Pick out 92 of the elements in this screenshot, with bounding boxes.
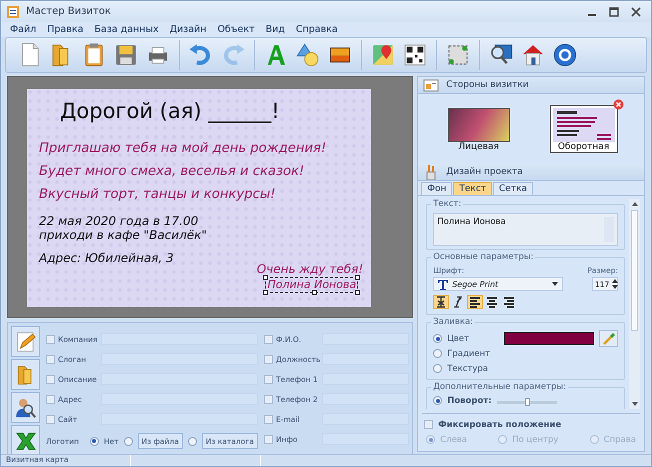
menu-item[interactable]: База данных [94,24,159,35]
menu-item[interactable]: Объект [217,24,255,35]
radio-button[interactable] [433,334,442,343]
checkbox[interactable] [46,354,55,364]
checkbox[interactable] [264,374,273,384]
window-title: Мастер Визиток [26,6,112,17]
align-center-icon [485,295,500,309]
radio-label[interactable]: Градиент [447,348,490,358]
eyedropper-icon [602,332,616,346]
format-button[interactable] [467,295,484,309]
panel-title: Дизайн проекта [446,167,523,177]
font-name: Segoe Print [452,280,500,288]
align-right-icon [502,295,516,309]
app-icon [6,4,20,18]
card-side-thumbnail[interactable]: Оборотная [550,105,618,153]
font-icon [437,278,450,290]
panel-title: Стороны визитки [446,80,529,90]
selection-handle[interactable] [263,274,268,280]
delete-icon[interactable] [612,99,624,110]
thumbnail-label: Лицевая [458,142,499,152]
tool-button[interactable] [11,392,40,423]
selection-handle[interactable] [312,290,317,295]
selection-handle[interactable] [263,290,268,295]
color-picker-button[interactable] [599,330,618,347]
text-area[interactable]: Полина Ионова [433,213,618,246]
card-stack-icon [423,77,440,93]
menu-item[interactable]: Файл [10,24,36,35]
checkbox[interactable] [264,334,273,344]
scroll-up-icon [630,201,638,207]
radio-button[interactable] [433,396,442,405]
selection-handle[interactable] [355,290,360,295]
group-legend: Основные параметры: [431,252,536,262]
scroll-down-icon [630,401,638,407]
card-text[interactable]: Приглашаю тебя на мой день рождения! [39,137,362,160]
card-text[interactable]: приходи в кафе "Василёк" [39,228,362,244]
card-text[interactable]: Вкусный торт, танцы и конкурсы! [39,183,362,206]
checkbox[interactable] [424,420,434,429]
maximize-icon[interactable] [609,6,619,16]
card-text[interactable]: Очень жду тебя! [256,262,364,278]
radio-label[interactable]: Цвет [447,334,469,344]
card-text[interactable]: Полина Ионова [266,278,358,292]
tool-button[interactable] [11,425,40,456]
radio-button[interactable] [90,436,99,446]
card-text[interactable]: 22 мая 2020 года в 17.00 [39,214,362,230]
group-legend: Дополнительные параметры: [431,382,568,392]
checkbox[interactable] [46,374,55,384]
card-text[interactable]: Дорогой (ая) ______! [39,98,362,126]
radio-button[interactable] [188,436,197,446]
tool-button[interactable] [11,359,40,390]
checkbox[interactable] [264,394,273,404]
dropdown-arrow-icon [551,280,560,288]
rotation-label: Поворот: [447,396,492,406]
color-swatch[interactable] [504,332,594,345]
thumbnail-label: Оборотная [558,142,610,152]
tool-button[interactable] [11,326,40,357]
slider-thumb[interactable] [524,398,530,406]
radio-label[interactable]: Текстура [447,364,488,374]
radio-button[interactable] [426,435,436,444]
radio-button[interactable] [124,436,133,446]
menu-item[interactable]: Правка [47,24,84,35]
card-preview-drawing [552,108,615,142]
tab[interactable]: Текст [453,182,492,195]
radio-button[interactable] [498,435,508,444]
format-button[interactable] [433,295,450,309]
photo-placeholder [448,108,510,142]
menu-item[interactable]: Дизайн [170,24,206,35]
checkbox[interactable] [46,394,55,404]
card-text[interactable]: Будет много смеха, веселья и сказок! [39,160,362,184]
font-dropdown[interactable]: Segoe Print [433,277,564,291]
group-legend: Заливка: [431,317,476,327]
menu-item[interactable]: Справка [296,24,338,35]
checkbox[interactable] [264,414,273,424]
align-left-icon [468,295,482,309]
card-side-thumbnail[interactable]: Лицевая [444,105,513,153]
checkbox[interactable] [46,414,55,424]
group-legend: Текст: [431,199,464,209]
text-value: Полина Ионова [437,217,506,229]
checkbox[interactable] [46,334,55,344]
checkbox[interactable] [264,434,273,444]
scrollbar[interactable] [629,199,640,409]
selection-handle[interactable] [355,274,360,280]
scroll-thumb[interactable] [631,210,638,331]
tab[interactable]: Фон [421,182,452,195]
tab[interactable]: Сетка [493,182,534,195]
radio-button[interactable] [433,349,442,358]
menu-item[interactable]: Вид [266,24,285,35]
radio-button[interactable] [590,435,599,444]
checkbox[interactable] [264,354,273,364]
close-icon[interactable] [631,6,641,16]
checkbox-label[interactable]: Фиксировать положение [438,420,562,430]
spin-arrows-icon [611,278,620,290]
radio-button[interactable] [433,364,442,373]
